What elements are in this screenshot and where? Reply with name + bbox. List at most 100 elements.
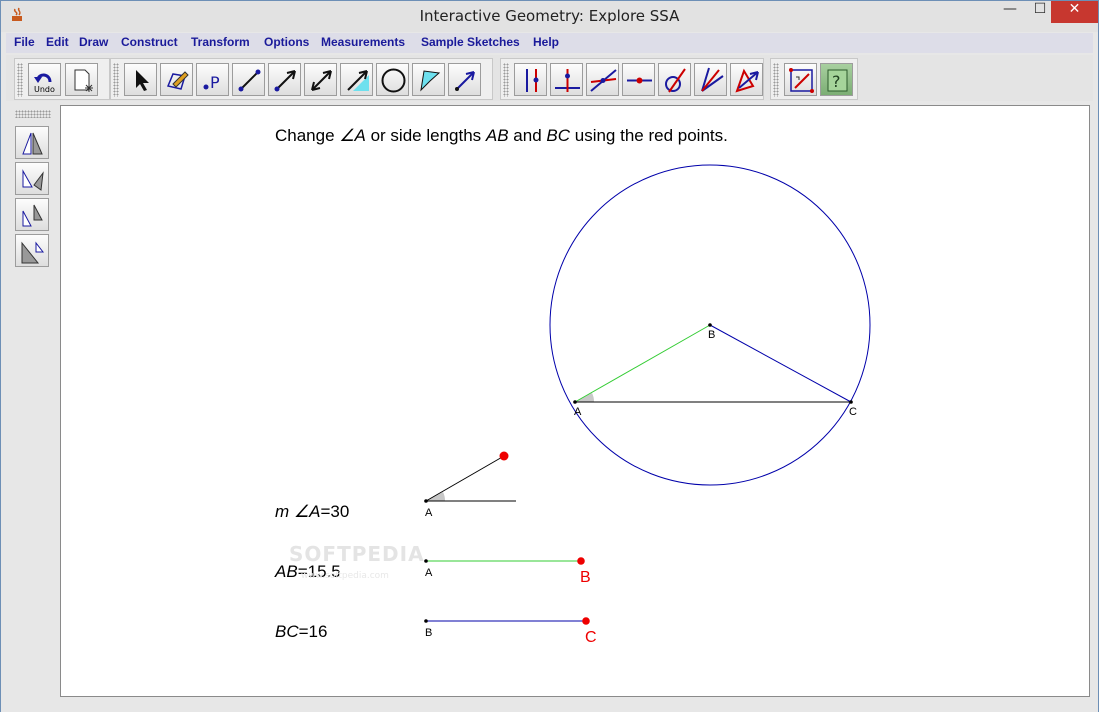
help-tool-button[interactable]: ? [820, 63, 853, 96]
vector-arrow-icon [455, 71, 475, 91]
sidebar-grip[interactable] [15, 110, 51, 118]
close-button[interactable]: ✕ [1051, 1, 1098, 23]
angle-control-vertex [424, 499, 428, 503]
ab-handle-point[interactable] [577, 557, 585, 565]
polygon-icon [420, 70, 441, 92]
shaded-region-icon [347, 70, 369, 91]
circle-icon [381, 68, 406, 93]
new-document-icon [74, 69, 93, 92]
sketch-drawing [424, 164, 871, 625]
point-icon: P [203, 73, 220, 92]
ray-icon [274, 70, 296, 92]
label-ab-control-a: A [425, 567, 433, 579]
translation-transform-button[interactable] [15, 198, 49, 231]
vector-fill-tool-button[interactable] [340, 63, 373, 96]
ray-tool-button[interactable] [268, 63, 301, 96]
minimize-button[interactable]: — [995, 1, 1025, 23]
softpedia-watermark-url: www.softpedia.com [301, 571, 389, 581]
menu-bar: File Edit Draw Construct Transform Optio… [6, 33, 1093, 53]
parallel-lines-icon [526, 69, 539, 92]
toolbar-grip[interactable] [773, 63, 779, 97]
status-area [1, 698, 1098, 712]
menu-edit[interactable]: Edit [46, 35, 69, 49]
rotation-transform-button[interactable] [15, 162, 49, 195]
question-mark-icon: ? [827, 69, 848, 92]
label-point-a: A [574, 406, 582, 418]
menu-draw[interactable]: Draw [79, 35, 108, 49]
title-bar: Interactive Geometry: Explore SSA — ☐ ✕ [1, 1, 1098, 32]
angle-bisector-tool-button[interactable] [694, 63, 727, 96]
toolbar-grip[interactable] [503, 63, 509, 97]
polygon-tool-button[interactable] [412, 63, 445, 96]
sketch-canvas[interactable]: Change ∠A or side lengths AB and BC usin… [60, 105, 1090, 697]
midpoint-icon [627, 77, 652, 84]
menu-help[interactable]: Help [533, 35, 559, 49]
label-angle-control-a: A [425, 507, 433, 519]
bc-measurement: BC=16 [275, 622, 328, 641]
parallel-tool-button[interactable] [514, 63, 547, 96]
menu-measurements[interactable]: Measurements [321, 35, 405, 49]
reflect-tool-button[interactable] [730, 63, 763, 96]
menu-sample-sketches[interactable]: Sample Sketches [421, 35, 520, 49]
line-icon [311, 70, 332, 91]
menu-options[interactable]: Options [264, 35, 309, 49]
locus-tool-button[interactable] [784, 63, 817, 96]
perpendicular-icon [555, 69, 580, 92]
bc-handle-point[interactable] [582, 617, 590, 625]
menu-construct[interactable]: Construct [121, 35, 178, 49]
translation-icon [22, 204, 43, 227]
point-b[interactable] [708, 323, 712, 327]
point-c[interactable] [849, 400, 853, 404]
menu-transform[interactable]: Transform [191, 35, 250, 49]
segment-ab [574, 324, 711, 403]
compass-circle-icon [665, 68, 686, 93]
segment-tool-button[interactable] [232, 63, 265, 96]
new-sketch-button[interactable] [65, 63, 98, 96]
intersection-icon [590, 69, 617, 92]
toolbar-group-construct [500, 58, 764, 100]
pencil-icon [166, 71, 189, 90]
segment-bc [709, 324, 852, 403]
ab-control-start [424, 559, 428, 563]
window-title: Interactive Geometry: Explore SSA [419, 7, 680, 25]
label-handle-c: C [585, 629, 597, 646]
line-tool-button[interactable] [304, 63, 337, 96]
select-tool-button[interactable] [124, 63, 157, 96]
svg-text:P: P [210, 73, 220, 92]
midpoint-tool-button[interactable] [622, 63, 655, 96]
point-a[interactable] [573, 400, 577, 404]
rotation-icon [22, 169, 44, 191]
undo-button[interactable]: Undo [28, 63, 61, 96]
segment-icon [238, 69, 261, 92]
softpedia-watermark: SOFTPEDIA [289, 542, 425, 566]
label-point-c: C [849, 406, 857, 418]
menu-file[interactable]: File [14, 35, 35, 49]
perpendicular-tool-button[interactable] [550, 63, 583, 96]
toolbar-grip[interactable] [113, 63, 119, 97]
dilation-transform-button[interactable] [15, 234, 49, 267]
main-toolbar: Undo P ? [6, 55, 1093, 101]
locus-icon [789, 68, 814, 93]
toolbar-group-draw: P [110, 58, 493, 100]
arrow-cursor-icon [136, 70, 149, 91]
svg-text:?: ? [832, 72, 841, 91]
vector-tool-button[interactable] [448, 63, 481, 96]
angle-bisector-icon [701, 67, 724, 92]
compass-tool-button[interactable] [658, 63, 691, 96]
reflection-transform-button[interactable] [15, 126, 49, 159]
toolbar-group-extra: ? [770, 58, 858, 100]
undo-label: Undo [34, 85, 55, 94]
toolbar-grip[interactable] [17, 63, 23, 97]
reflect-arrow-icon [735, 68, 759, 93]
point-tool-button[interactable]: P [196, 63, 229, 96]
reflection-icon [22, 132, 43, 155]
toolbar-group-edit: Undo [14, 58, 110, 100]
label-handle-b: B [580, 569, 591, 586]
label-point-b: B [708, 329, 716, 341]
label-bc-control-b: B [425, 627, 433, 639]
angle-handle-point[interactable] [499, 451, 509, 461]
pencil-tool-button[interactable] [160, 63, 193, 96]
intersection-tool-button[interactable] [586, 63, 619, 96]
app-window: Interactive Geometry: Explore SSA — ☐ ✕ … [0, 0, 1099, 712]
circle-tool-button[interactable] [376, 63, 409, 96]
